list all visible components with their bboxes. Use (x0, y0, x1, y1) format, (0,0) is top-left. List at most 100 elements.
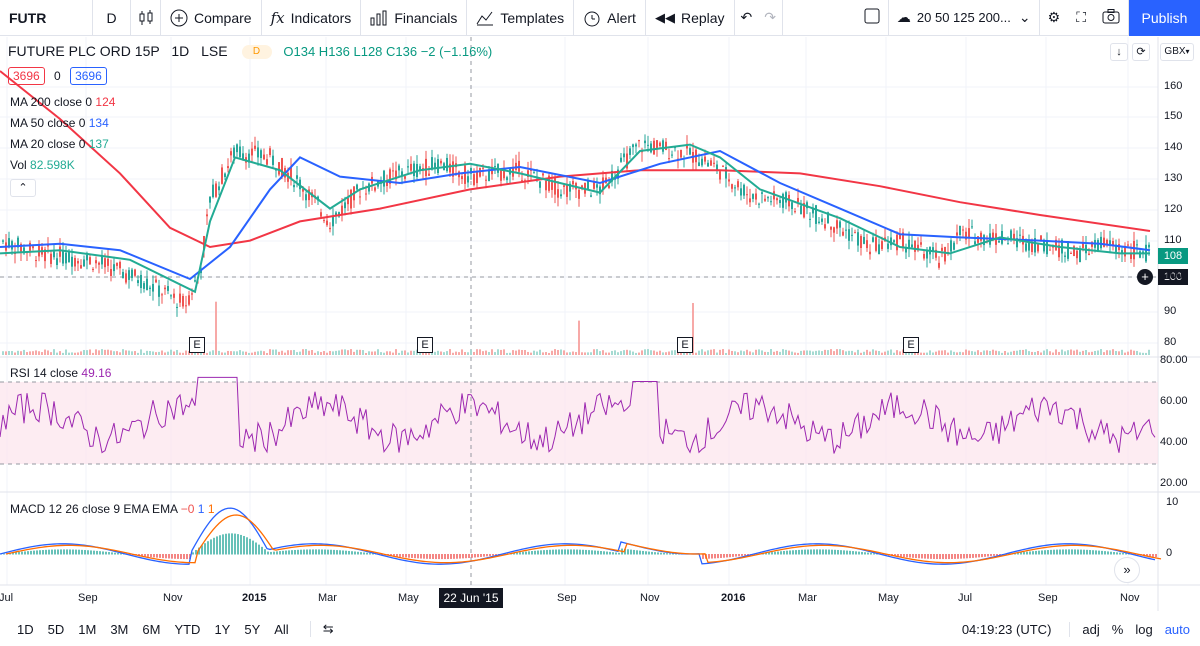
clock[interactable]: 04:19:23 (UTC) (962, 622, 1052, 637)
interval-button[interactable]: D (93, 0, 131, 36)
add-alert-plus-icon[interactable]: + (1137, 269, 1153, 285)
macd-histogram-bar (63, 549, 65, 555)
volume-bar (836, 349, 838, 355)
fullscreen-select-button[interactable] (856, 0, 889, 36)
range-button[interactable]: 5D (41, 622, 72, 637)
earnings-label: E (907, 339, 915, 351)
volume-bar (1049, 351, 1051, 355)
layout-select[interactable]: ☁ 20 50 125 200... ⌄ (889, 0, 1040, 36)
macd-histogram-bar (783, 550, 785, 555)
ma200-legend[interactable]: MA 200 close 0 124 (10, 95, 115, 109)
time-axis-label: 2015 (242, 592, 267, 604)
symbol-search[interactable]: FUTR (0, 0, 93, 36)
volume-bar (494, 352, 496, 355)
candle-body (785, 192, 787, 203)
volume-bar (1073, 350, 1075, 355)
scroll-to-realtime-button[interactable]: » (1114, 557, 1140, 583)
reset-chart-button[interactable]: ⟳ (1132, 43, 1150, 61)
publish-button[interactable]: Publish (1129, 0, 1200, 36)
volume-bar (647, 349, 649, 355)
macd-histogram-bar (807, 549, 809, 555)
volume-bar (929, 350, 931, 355)
volume-bar (1037, 350, 1039, 355)
earnings-marker[interactable]: E (677, 337, 693, 353)
settings-button[interactable]: ⚙ (1040, 0, 1069, 36)
indicators-button[interactable]: fx Indicators (262, 0, 362, 36)
volume-bar (989, 350, 991, 355)
ma50-legend[interactable]: MA 50 close 0 134 (10, 116, 109, 130)
volume-bar (872, 349, 874, 355)
currency-button[interactable]: GBX▾ (1160, 43, 1194, 61)
range-button[interactable]: 1Y (207, 622, 237, 637)
macd-histogram-bar (1023, 552, 1025, 555)
compare-button[interactable]: Compare (161, 0, 262, 36)
earnings-marker[interactable]: E (417, 337, 433, 353)
volume-bar (317, 351, 319, 355)
date-range-button[interactable]: ⇆ (309, 621, 334, 637)
redo-button[interactable]: ↷ (758, 0, 784, 36)
volume-bar (527, 351, 529, 355)
chart-canvas[interactable] (0, 37, 1200, 611)
macd-histogram-bar (843, 550, 845, 555)
sell-button[interactable]: 3696 (8, 67, 45, 85)
range-button[interactable]: 3M (103, 622, 135, 637)
log-toggle[interactable]: log (1135, 622, 1152, 637)
ma20-legend[interactable]: MA 20 close 0 137 (10, 137, 109, 151)
range-button[interactable]: 5Y (237, 622, 267, 637)
volume-bar (512, 350, 514, 355)
volume-bar (593, 349, 595, 355)
candle-body (1046, 241, 1048, 255)
macd-histogram-bar (180, 554, 182, 559)
snapshot-button[interactable] (1094, 0, 1129, 36)
adj-toggle[interactable]: adj (1069, 621, 1100, 637)
replay-button[interactable]: ◀◀ Replay (646, 0, 735, 36)
macd-histogram-bar (294, 549, 296, 555)
financials-button[interactable]: Financials (361, 0, 468, 36)
volume-bar (1124, 352, 1126, 355)
volume-bar (554, 349, 556, 355)
price-axis-label: 110 (1164, 234, 1182, 246)
volume-bar (524, 349, 526, 355)
percent-toggle[interactable]: % (1112, 622, 1124, 637)
candle-body (962, 229, 964, 231)
delayed-badge[interactable]: D (241, 45, 272, 60)
earnings-marker[interactable]: E (189, 337, 205, 353)
ma200-value: 124 (95, 95, 116, 109)
range-button[interactable]: YTD (167, 622, 207, 637)
templates-button[interactable]: Templates (467, 0, 575, 36)
candle-body (194, 280, 196, 282)
buy-button[interactable]: 3696 (70, 67, 107, 85)
rsi-legend[interactable]: RSI 14 close 49.16 (10, 366, 111, 380)
undo-button[interactable]: ↶ (735, 0, 759, 36)
candle-body (731, 184, 733, 189)
scroll-down-button[interactable]: ↓ (1110, 43, 1128, 61)
chart-type-button[interactable] (131, 0, 161, 36)
volume-bar (410, 350, 412, 355)
alert-button[interactable]: Alert (574, 0, 646, 36)
volume-legend[interactable]: Vol 82.598K (10, 158, 75, 172)
candle-body (1037, 244, 1039, 252)
volume-bar (305, 349, 307, 355)
fx-icon: fx (270, 8, 285, 27)
macd-histogram-bar (627, 549, 629, 555)
candle-body (323, 220, 325, 222)
macd-legend[interactable]: MACD 12 26 close 9 EMA EMA −0 1 1 (10, 502, 215, 516)
range-button[interactable]: 1M (71, 622, 103, 637)
volume-bar (611, 350, 613, 355)
auto-toggle[interactable]: auto (1165, 622, 1190, 637)
range-button[interactable]: 6M (135, 622, 167, 637)
range-button[interactable]: All (267, 622, 295, 637)
fullscreen-button[interactable]: ⛶ (1068, 0, 1094, 36)
macd-histogram-bar (981, 554, 983, 558)
candle-body (689, 148, 691, 155)
range-button[interactable]: 1D (10, 622, 41, 637)
candle-body (356, 184, 358, 190)
candle-body (1076, 250, 1078, 259)
volume-bar (482, 351, 484, 355)
collapse-legend-button[interactable]: ⌃ (10, 179, 36, 197)
earnings-marker[interactable]: E (903, 337, 919, 353)
chart-area[interactable]: FUTURE PLC ORD 15P 1D LSE D O134 H136 L1… (0, 37, 1200, 611)
macd-histogram-bar (159, 554, 161, 558)
candle-body (881, 241, 883, 250)
candle-body (767, 197, 769, 199)
